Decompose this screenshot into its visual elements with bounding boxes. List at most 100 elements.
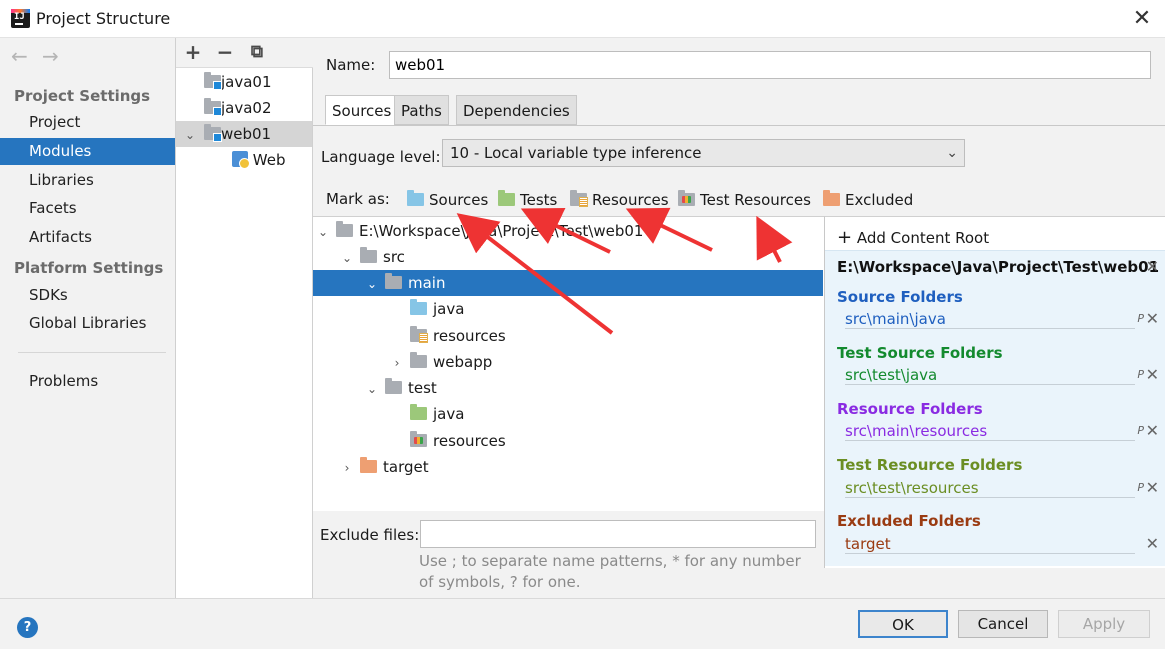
- source-folder-path: src\main\java: [845, 310, 1135, 329]
- help-icon[interactable]: ?: [17, 617, 38, 638]
- tree-row-test[interactable]: ⌄ test: [313, 375, 823, 401]
- tree-row-main[interactable]: ⌄ main: [313, 270, 823, 296]
- module-item-web01[interactable]: ⌄ web01: [176, 121, 312, 147]
- tests-folder-icon: [498, 190, 515, 206]
- dialog-footer: ? OK Cancel Apply: [0, 598, 1165, 649]
- expand-chevron-icon[interactable]: ⌄: [184, 122, 196, 148]
- tree-row-target[interactable]: › target: [313, 454, 823, 480]
- tree-row-label: src: [383, 248, 405, 266]
- mark-as-excluded-button[interactable]: Excluded: [823, 190, 913, 209]
- title-bar: IJ Project Structure ✕: [0, 0, 1165, 38]
- nav-item-sdks[interactable]: SDKs: [0, 282, 175, 309]
- remove-module-icon[interactable]: −: [214, 41, 236, 63]
- resource-folders-title: Resource Folders: [837, 400, 983, 418]
- nav-item-global-libraries[interactable]: Global Libraries: [0, 310, 175, 337]
- tab-sources[interactable]: Sources: [325, 95, 399, 125]
- folder-properties-icon[interactable]: P: [1137, 312, 1144, 325]
- language-level-select[interactable]: 10 - Local variable type inference ⌄: [442, 139, 965, 167]
- resources-folder-icon: [410, 326, 428, 343]
- module-item-java01[interactable]: java01: [176, 69, 312, 95]
- folder-icon: [360, 247, 377, 263]
- tab-divider: [313, 125, 1165, 126]
- tree-row-src[interactable]: ⌄ src: [313, 244, 823, 270]
- exclude-files-label: Exclude files:: [320, 526, 420, 544]
- content-root-tree: ⌄ E:\Workspace\Java\Project\Test\web01 ⌄ s…: [313, 216, 824, 511]
- module-label: java02: [221, 99, 272, 117]
- folder-icon: [336, 221, 353, 237]
- window-title: Project Structure: [36, 9, 171, 28]
- tab-dependencies[interactable]: Dependencies: [456, 95, 577, 125]
- remove-folder-icon[interactable]: ✕: [1146, 534, 1159, 553]
- facet-item-web[interactable]: Web: [176, 147, 312, 173]
- folder-properties-icon[interactable]: P: [1137, 368, 1144, 381]
- module-label: web01: [221, 125, 272, 143]
- module-item-java02[interactable]: java02: [176, 95, 312, 121]
- add-module-icon[interactable]: +: [182, 41, 204, 63]
- tree-row-test-java[interactable]: java: [313, 401, 823, 427]
- ok-button[interactable]: OK: [858, 610, 948, 638]
- folder-properties-icon[interactable]: P: [1137, 424, 1144, 437]
- project-settings-header: Project Settings: [14, 87, 151, 105]
- exclude-files-hint: Use ; to separate name patterns, * for a…: [419, 552, 801, 591]
- test-source-folders-title: Test Source Folders: [837, 344, 1003, 362]
- close-window-icon[interactable]: ✕: [1128, 5, 1156, 33]
- copy-module-icon[interactable]: ⧉: [246, 41, 268, 63]
- nav-item-project[interactable]: Project: [0, 109, 175, 136]
- sources-folder-icon: [407, 190, 424, 206]
- nav-item-facets[interactable]: Facets: [0, 195, 175, 222]
- excluded-folders-title: Excluded Folders: [837, 512, 981, 530]
- remove-folder-icon[interactable]: ✕: [1146, 478, 1159, 497]
- tree-row-main-java[interactable]: java: [313, 296, 823, 322]
- nav-item-problems[interactable]: Problems: [0, 368, 175, 395]
- source-folders-title: Source Folders: [837, 288, 963, 306]
- back-arrow-icon[interactable]: ←: [11, 44, 28, 68]
- tree-row-test-resources[interactable]: resources: [313, 428, 823, 454]
- excluded-folder-path: target: [845, 535, 1135, 554]
- tree-row-label: main: [408, 274, 446, 292]
- sources-folder-icon: [410, 299, 427, 315]
- mark-as-sources-button[interactable]: Sources: [407, 190, 489, 209]
- chevron-down-icon[interactable]: ⌄: [366, 376, 378, 402]
- tree-row-root[interactable]: ⌄ E:\Workspace\Java\Project\Test\web01: [313, 218, 823, 244]
- chevron-down-icon[interactable]: ⌄: [317, 219, 329, 245]
- mark-as-test-resources-button[interactable]: Test Resources: [678, 190, 811, 209]
- facet-label: Web: [252, 151, 286, 169]
- remove-folder-icon[interactable]: ✕: [1146, 309, 1159, 328]
- folder-properties-icon[interactable]: P: [1137, 481, 1144, 494]
- intellij-logo-icon: IJ: [11, 9, 30, 28]
- chevron-right-icon[interactable]: ›: [341, 455, 353, 481]
- mark-as-label-text: Sources: [429, 191, 489, 209]
- exclude-files-input[interactable]: [420, 520, 816, 548]
- folder-icon: [410, 352, 427, 368]
- chevron-down-icon[interactable]: ⌄: [341, 245, 353, 271]
- nav-item-artifacts[interactable]: Artifacts: [0, 224, 175, 251]
- mark-as-tests-button[interactable]: Tests: [498, 190, 557, 209]
- module-name-input[interactable]: [389, 51, 1151, 79]
- test-resource-folders-title: Test Resource Folders: [837, 456, 1023, 474]
- chevron-down-icon[interactable]: ⌄: [366, 271, 378, 297]
- forward-arrow-icon[interactable]: →: [42, 44, 59, 68]
- platform-settings-header: Platform Settings: [14, 259, 164, 277]
- nav-item-modules[interactable]: Modules: [0, 138, 175, 165]
- cancel-button[interactable]: Cancel: [958, 610, 1048, 638]
- chevron-right-icon[interactable]: ›: [391, 350, 403, 376]
- mark-as-resources-button[interactable]: Resources: [570, 190, 669, 209]
- add-content-root-button[interactable]: + Add Content Root: [837, 227, 989, 248]
- mark-as-label-text: Resources: [592, 191, 669, 209]
- content-roots-pane: + Add Content Root E:\Workspace\Java\Pro…: [824, 216, 1165, 568]
- content-root-path: E:\Workspace\Java\Project\Test\web01: [837, 258, 1160, 276]
- excluded-folder-icon: [823, 190, 840, 206]
- tab-paths[interactable]: Paths: [394, 95, 449, 125]
- remove-content-root-icon[interactable]: ✕: [1146, 257, 1159, 276]
- mark-as-label-text: Test Resources: [700, 191, 811, 209]
- nav-item-libraries[interactable]: Libraries: [0, 167, 175, 194]
- resources-folder-icon: [570, 190, 588, 207]
- tree-row-main-resources[interactable]: resources: [313, 323, 823, 349]
- tree-row-webapp[interactable]: › webapp: [313, 349, 823, 375]
- apply-button[interactable]: Apply: [1058, 610, 1150, 638]
- tree-row-label: target: [383, 458, 429, 476]
- remove-folder-icon[interactable]: ✕: [1146, 365, 1159, 384]
- excluded-folder-icon: [360, 457, 377, 473]
- remove-folder-icon[interactable]: ✕: [1146, 421, 1159, 440]
- language-level-value: 10 - Local variable type inference: [450, 144, 702, 162]
